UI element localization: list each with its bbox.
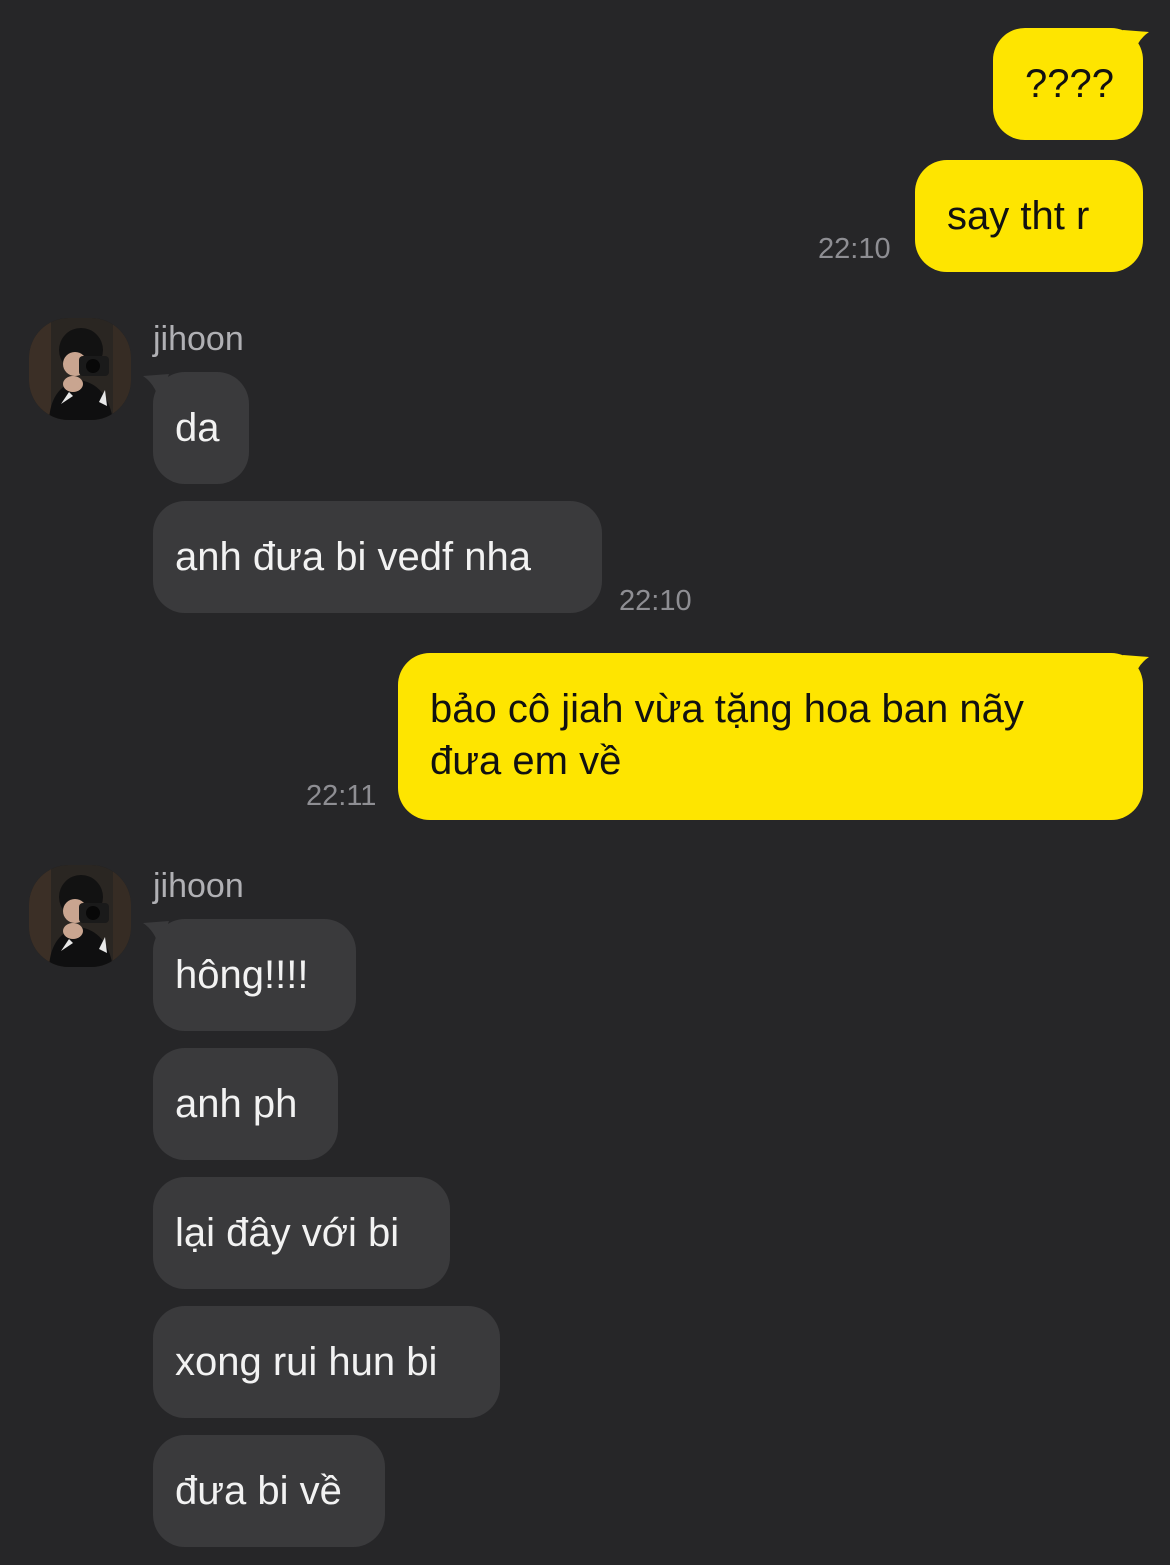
message-text-line-2: đưa em về [430, 739, 622, 783]
message-text: hông!!!! [175, 953, 309, 997]
incoming-message-bubble[interactable]: hông!!!! [153, 919, 356, 1031]
message-timestamp: 22:10 [818, 233, 891, 265]
message-text: xong rui hun bi [175, 1340, 438, 1384]
message-text: đưa bi về [175, 1469, 342, 1513]
message-text: anh đưa bi vedf nha [175, 535, 531, 579]
outgoing-message-bubble[interactable]: ???? [993, 28, 1143, 140]
message-timestamp: 22:11 [306, 780, 377, 812]
message-text-line-1: bảo cô jiah vừa tặng hoa ban nãy [430, 687, 1024, 731]
message-text: ???? [1025, 62, 1114, 106]
outgoing-message-bubble[interactable]: bảo cô jiah vừa tặng hoa ban nãy đưa em … [398, 653, 1143, 820]
bubble-tail [1123, 30, 1149, 56]
incoming-message-bubble[interactable]: anh ph [153, 1048, 338, 1160]
outgoing-message-bubble[interactable]: say tht r [915, 160, 1143, 272]
contact-avatar[interactable] [29, 318, 131, 420]
message-text: da [175, 406, 220, 450]
incoming-message-bubble[interactable]: anh đưa bi vedf nha [153, 501, 602, 613]
avatar-photo-icon [29, 865, 131, 967]
message-timestamp: 22:10 [619, 585, 692, 617]
message-text: anh ph [175, 1082, 298, 1126]
contact-avatar[interactable] [29, 865, 131, 967]
incoming-message-bubble[interactable]: đưa bi về [153, 1435, 385, 1547]
contact-name: jihoon [153, 320, 244, 358]
contact-name: jihoon [153, 867, 244, 905]
incoming-message-bubble[interactable]: xong rui hun bi [153, 1306, 500, 1418]
bubble-tail [143, 374, 169, 400]
incoming-message-bubble[interactable]: lại đây với bi [153, 1177, 450, 1289]
message-text: lại đây với bi [175, 1211, 400, 1255]
message-text: say tht r [947, 194, 1090, 238]
avatar-photo-icon [29, 318, 131, 420]
bubble-tail [1123, 655, 1149, 681]
bubble-tail [143, 921, 169, 947]
